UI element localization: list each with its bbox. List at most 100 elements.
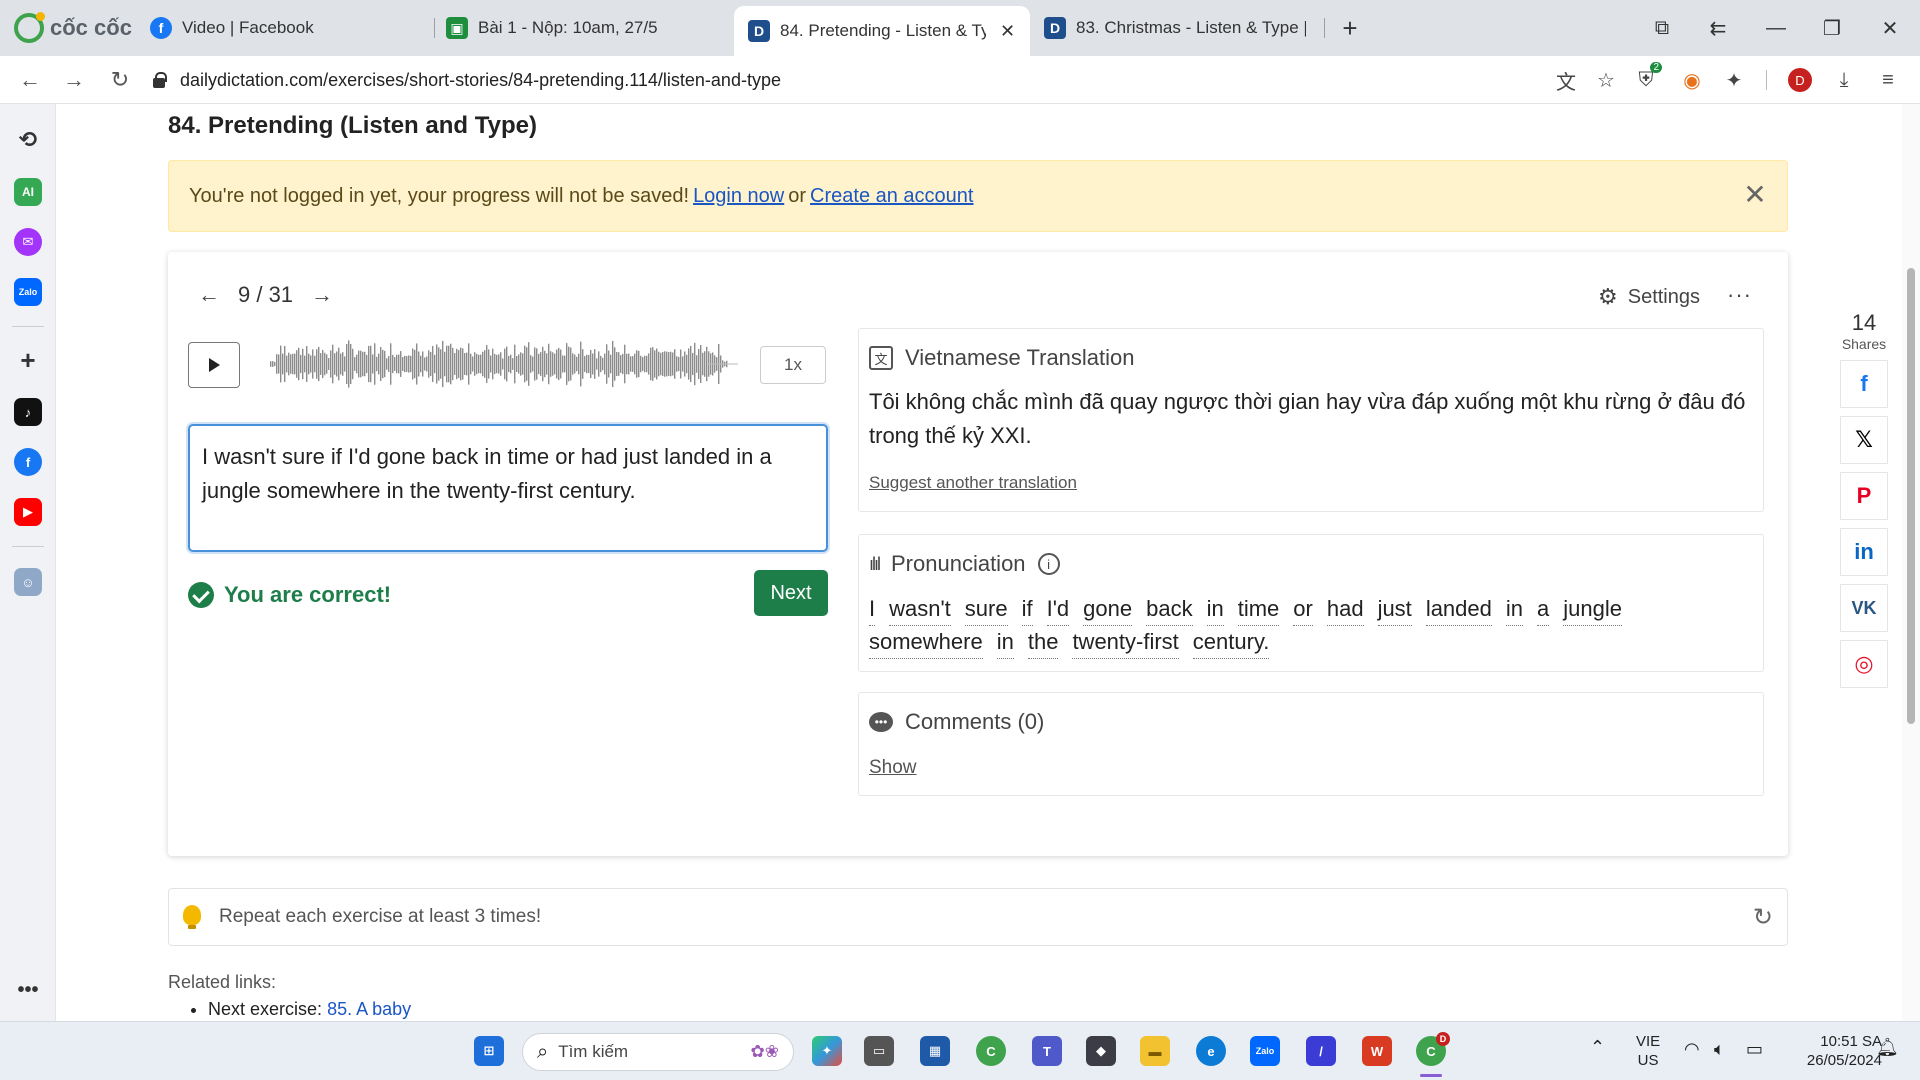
tab-classroom[interactable]: ▣ Bài 1 - Nộp: 10am, 27/5 [432, 8, 722, 48]
history-icon[interactable]: ⟲ [14, 126, 42, 154]
x-share-button[interactable]: 𝕏 [1840, 416, 1888, 464]
vk-share-button[interactable]: VK [1840, 584, 1888, 632]
pronunciation-word[interactable]: landed [1425, 593, 1492, 626]
refresh-icon[interactable]: ↻ [1753, 903, 1773, 932]
pronunciation-word[interactable]: or [1293, 593, 1313, 626]
file-explorer-icon[interactable]: ▬ [1140, 1036, 1170, 1066]
writing-app-icon[interactable]: / [1306, 1036, 1336, 1066]
ai-icon[interactable]: AI [14, 178, 42, 206]
tab-pretending[interactable]: D 84. Pretending - Listen & Typ ✕ [734, 6, 1030, 56]
facebook-share-button[interactable]: f [1840, 360, 1888, 408]
pronunciation-word[interactable]: just [1377, 593, 1412, 626]
pronunciation-word[interactable]: sure [964, 593, 1008, 626]
store-icon[interactable]: ▦ [920, 1036, 950, 1066]
url-field[interactable]: dailydictation.com/exercises/short-stori… [150, 62, 1540, 98]
pronunciation-word[interactable]: I'd [1046, 593, 1070, 626]
audio-waveform[interactable] [268, 326, 738, 402]
create-account-link[interactable]: Create an account [810, 185, 973, 208]
windows-start-icon[interactable]: ⊞ [474, 1036, 504, 1066]
coccoc-extension-icon[interactable]: ◉ [1676, 64, 1708, 96]
pronunciation-word[interactable]: wasn't [889, 593, 951, 626]
play-button[interactable] [188, 342, 240, 388]
pronunciation-word[interactable]: the [1027, 626, 1059, 659]
tab-search-icon[interactable]: ⧉ [1644, 10, 1680, 46]
page-scrollbar[interactable] [1902, 104, 1920, 1021]
avatar-icon[interactable]: ☺ [14, 568, 42, 596]
close-alert-icon[interactable]: ✕ [1741, 181, 1769, 209]
more-icon[interactable]: ••• [14, 976, 42, 1004]
pronunciation-word[interactable]: jungle [1563, 593, 1622, 626]
close-window-button[interactable]: ✕ [1872, 10, 1908, 46]
coccoc-active-icon[interactable]: CD [1416, 1032, 1450, 1066]
pronunciation-word[interactable]: back [1146, 593, 1193, 626]
back-icon[interactable]: ← [14, 64, 46, 96]
taskbar-search[interactable]: ⌕ Tìm kiếm ✿❀ [522, 1033, 794, 1071]
notification-bell-icon[interactable]: 🔔︎ [1876, 1038, 1899, 1057]
language-indicator[interactable]: VIE US [1636, 1032, 1660, 1070]
pronunciation-word[interactable]: had [1326, 593, 1364, 626]
tab-christmas[interactable]: D 83. Christmas - Listen & Type | Sh [1030, 8, 1320, 48]
maximize-button[interactable]: ❐ [1814, 10, 1850, 46]
prev-arrow-icon[interactable]: ← [198, 282, 220, 308]
info-icon[interactable]: i [1037, 553, 1060, 575]
task-view-icon[interactable]: ▭ [864, 1036, 894, 1066]
menu-icon[interactable]: ≡ [1872, 64, 1904, 96]
cube-app-icon[interactable]: ◆ [1086, 1036, 1116, 1066]
weibo-share-button[interactable]: ◎ [1840, 640, 1888, 688]
volume-icon[interactable]: 🔈︎ [1714, 1040, 1725, 1059]
minimize-button[interactable]: — [1758, 10, 1794, 46]
answer-input[interactable]: I wasn't sure if I'd gone back in time o… [188, 424, 828, 552]
show-hidden-icons[interactable]: ⌃ [1590, 1038, 1605, 1057]
youtube-icon[interactable]: ▶ [14, 498, 42, 526]
tiktok-icon[interactable]: ♪ [14, 398, 42, 426]
pronunciation-word[interactable]: century. [1192, 626, 1270, 659]
facebook-icon[interactable]: f [14, 448, 42, 476]
pronunciation-word[interactable]: if [1021, 593, 1033, 626]
battery-icon[interactable]: ▭ [1746, 1040, 1763, 1059]
pinterest-share-button[interactable]: P [1840, 472, 1888, 520]
zalo-icon[interactable]: Zalo [1250, 1036, 1280, 1066]
pronunciation-word[interactable]: in [996, 626, 1014, 659]
more-options-icon[interactable]: ··· [1727, 282, 1752, 308]
translate-icon[interactable]: 文 [1550, 64, 1582, 96]
tab-facebook[interactable]: f Video | Facebook [136, 8, 426, 48]
edge-icon[interactable]: e [1196, 1036, 1226, 1066]
wps-office-icon[interactable]: W [1362, 1036, 1392, 1066]
suggest-translation-link[interactable]: Suggest another translation [869, 473, 1077, 493]
show-comments-link[interactable]: Show [869, 757, 917, 779]
reload-icon[interactable]: ↻ [104, 64, 136, 96]
linkedin-share-button[interactable]: in [1840, 528, 1888, 576]
pronunciation-word[interactable]: somewhere [869, 626, 983, 659]
pronunciation-word[interactable]: gone [1083, 593, 1133, 626]
pronunciation-word[interactable]: in [1505, 593, 1524, 626]
next-exercise-link[interactable]: 85. A baby [327, 999, 411, 1019]
playback-speed-button[interactable]: 1x [760, 346, 826, 384]
scrollbar-thumb[interactable] [1907, 268, 1915, 724]
download-icon[interactable]: ⤓ [1828, 64, 1860, 96]
pronunciation-word[interactable]: a [1537, 593, 1550, 626]
forward-icon[interactable]: → [58, 64, 90, 96]
teams-icon[interactable]: T [1032, 1036, 1062, 1066]
coccoc-icon[interactable]: C [976, 1036, 1006, 1066]
back-history-icon[interactable]: ⇇ [1700, 10, 1736, 46]
login-link[interactable]: Login now [693, 185, 784, 208]
clock[interactable]: 10:51 SA 26/05/2024 [1782, 1032, 1882, 1070]
new-tab-button[interactable]: + [1332, 10, 1368, 46]
coccoc-logo[interactable]: cốc cốc [14, 12, 132, 44]
wifi-icon[interactable]: ◠ [1684, 1040, 1700, 1059]
extensions-puzzle-icon[interactable]: ✦ [1718, 64, 1750, 96]
settings-button[interactable]: ⚙ Settings [1598, 284, 1700, 310]
copilot-icon[interactable]: ✦ [812, 1036, 842, 1066]
pronunciation-word[interactable]: I [869, 593, 876, 626]
zalo-icon[interactable]: Zalo [14, 278, 42, 306]
bookmark-star-icon[interactable]: ☆ [1590, 64, 1622, 96]
messenger-icon[interactable]: ✉ [14, 228, 42, 256]
next-arrow-icon[interactable]: → [311, 282, 333, 308]
close-tab-icon[interactable]: ✕ [1000, 21, 1015, 42]
pronunciation-word[interactable]: in [1206, 593, 1224, 626]
pronunciation-word[interactable]: time [1237, 593, 1280, 626]
profile-avatar[interactable]: D [1784, 64, 1816, 96]
pronunciation-word[interactable]: twenty-first [1072, 626, 1179, 659]
add-icon[interactable]: + [14, 345, 42, 375]
shield-extension-icon[interactable]: ⛨ 2 [1630, 62, 1662, 96]
